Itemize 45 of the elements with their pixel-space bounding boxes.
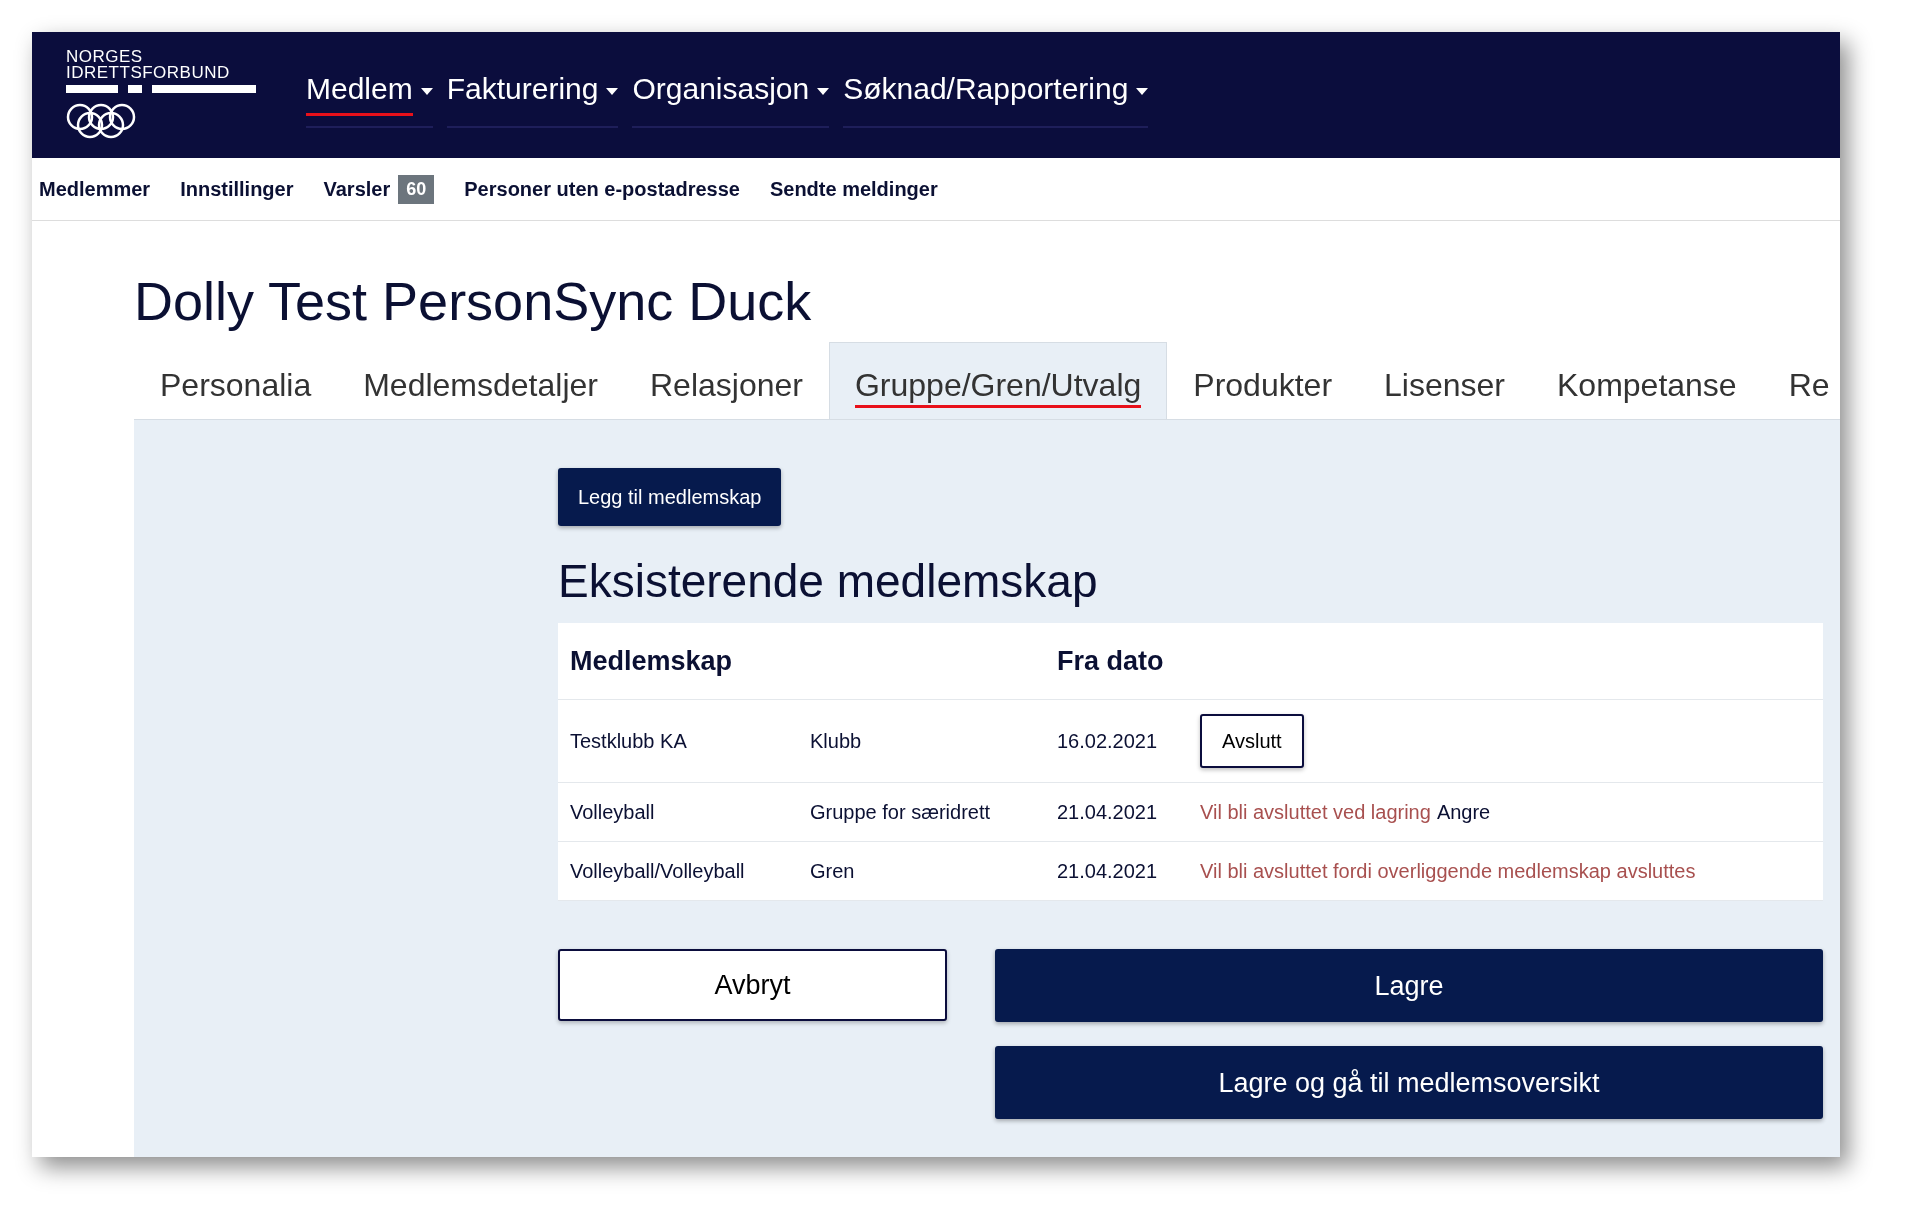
table-cell: Gruppe for særidrett [798, 783, 1045, 842]
table-cell: Testklubb KA [558, 700, 798, 783]
brand-text: IDRETTSFORBUND [66, 65, 231, 81]
tab[interactable]: Produkter [1167, 341, 1359, 419]
subnav-link[interactable]: Innstillinger [180, 174, 294, 204]
brand-text: NORGES [66, 49, 144, 65]
table-cell: Volleyball [558, 783, 798, 842]
count-badge: 60 [398, 174, 435, 204]
subnav-link[interactable]: Medlemmer [39, 174, 151, 204]
end-button[interactable]: Avslutt [1200, 714, 1304, 769]
table-cell: 21.04.2021 [1045, 783, 1188, 842]
page-title: Dolly Test PersonSync Duck [134, 270, 813, 333]
tab[interactable]: Kompetanse [1531, 341, 1763, 419]
column-header: Medlemskap [558, 623, 1045, 700]
tab[interactable]: Lisenser [1358, 341, 1531, 419]
table-cell: Gren [798, 842, 1045, 901]
caret-icon [420, 87, 433, 95]
tab[interactable]: Re [1762, 341, 1840, 419]
nav-menu[interactable]: Søknad/Rapportering [843, 62, 1149, 128]
status-text: Vil bli avsluttet ved lagring [1200, 801, 1431, 824]
add-membership-button[interactable]: Legg til medlemskap [558, 467, 782, 526]
subnav-link[interactable]: Sendte meldinger [769, 174, 938, 204]
caret-icon [606, 87, 619, 95]
column-header: Fra dato [1045, 623, 1188, 700]
caret-icon [1136, 87, 1149, 95]
table-cell: Volleyball/Volleyball [558, 842, 798, 901]
tab[interactable]: Personalia [134, 341, 338, 419]
status-text: Vil bli avsluttet fordi overliggende medlemskap avsluttes [1200, 860, 1696, 883]
undo-link[interactable]: Angre [1430, 797, 1491, 828]
nav-menu[interactable]: Organisasjon [632, 62, 830, 128]
section-title: Eksisterende medlemskap [558, 553, 1099, 609]
tab[interactable]: Gruppe/Gren/Utvalg [828, 341, 1168, 419]
save-button[interactable]: Lagre [995, 949, 1823, 1023]
table-cell: 16.02.2021 [1045, 700, 1188, 783]
nav-menu[interactable]: Fakturering [446, 62, 619, 128]
subnav-link[interactable]: Varsler [323, 174, 391, 204]
table-cell: Klubb [798, 700, 1045, 783]
tab[interactable]: Relasjoner [623, 341, 829, 419]
subnav-link[interactable]: Personer uten e-postadresse [464, 174, 740, 204]
table-cell: 21.04.2021 [1045, 842, 1188, 901]
save-and-go-button[interactable]: Lagre og gå til medlemsoversikt [995, 1046, 1823, 1120]
cancel-button[interactable]: Avbryt [558, 949, 947, 1022]
nav-menu[interactable]: Medlem [306, 62, 433, 128]
tab[interactable]: Medlemsdetaljer [337, 341, 624, 419]
caret-icon [817, 87, 830, 95]
